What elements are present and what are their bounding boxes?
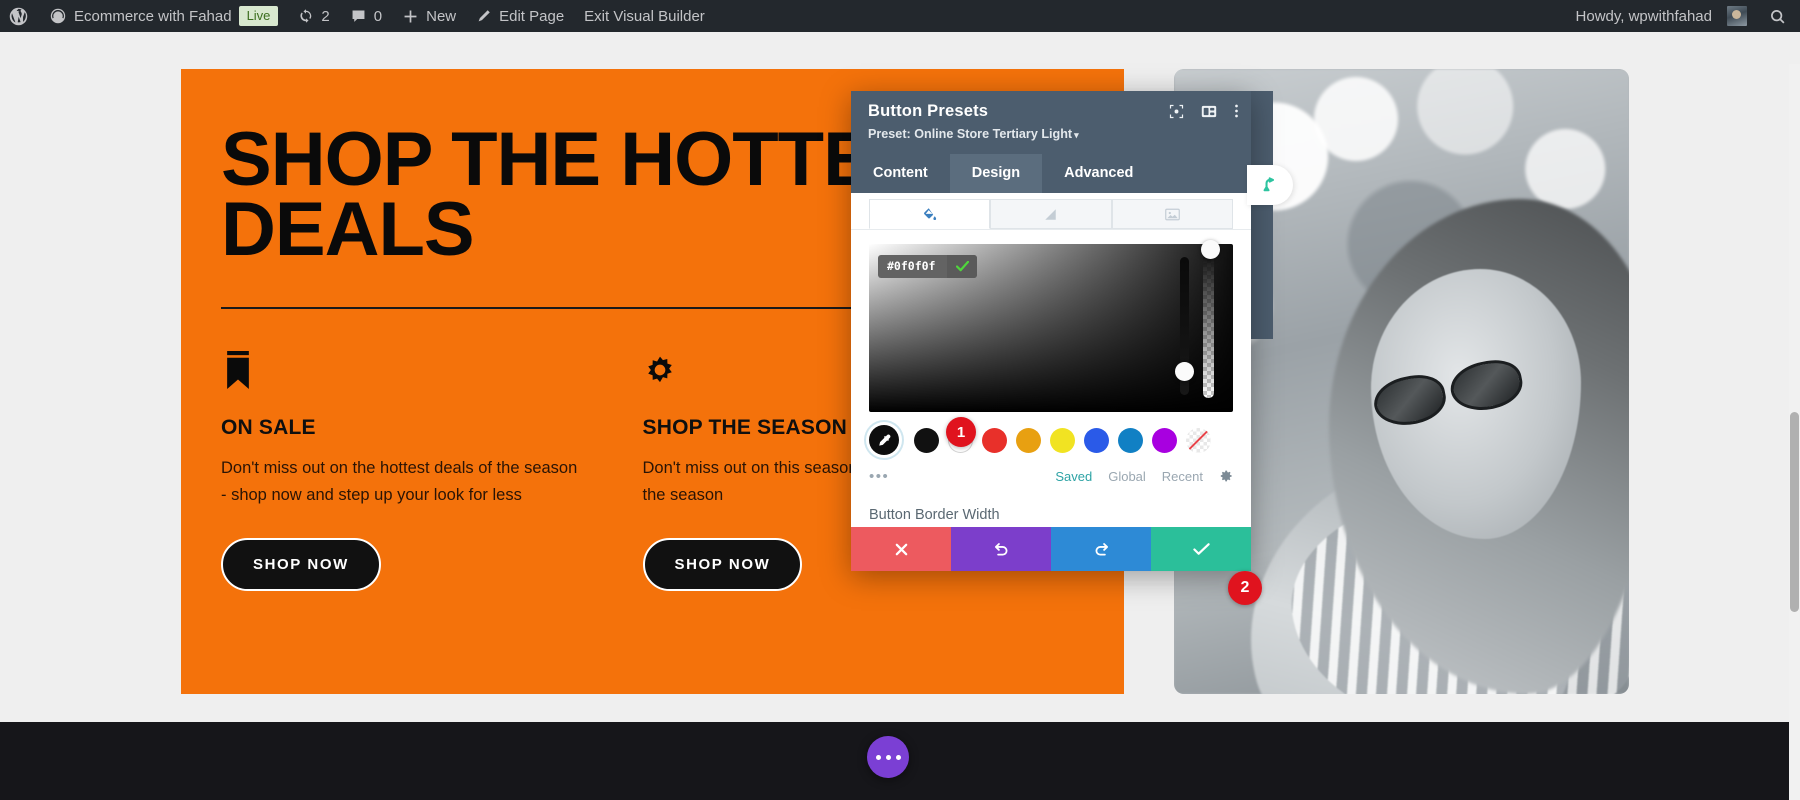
hex-input[interactable]: #0f0f0f — [878, 255, 947, 278]
gear-icon[interactable] — [1219, 469, 1233, 483]
search-icon — [1769, 8, 1786, 25]
modal-actions — [851, 527, 1251, 571]
field-label-button-border-width: Button Border Width — [869, 507, 1000, 523]
store-tab-global[interactable]: Global — [1108, 469, 1146, 484]
layout-icon[interactable] — [1201, 104, 1217, 119]
howdy-label: Howdy, wpwithfahad — [1575, 7, 1712, 25]
hex-confirm-button[interactable] — [947, 255, 978, 278]
feature-title: ON SALE — [221, 415, 316, 439]
color-store-tabs: Saved Global Recent — [1055, 469, 1233, 484]
my-account-menu[interactable]: Howdy, wpwithfahad — [1568, 0, 1757, 32]
scrollbar-thumb[interactable] — [1790, 412, 1799, 612]
page-scrollbar[interactable] — [1789, 64, 1800, 800]
tab-content[interactable]: Content — [851, 154, 950, 193]
preset-label: Preset: Online Store Tertiary Light — [868, 127, 1073, 141]
modal-tabs: Content Design Advanced — [851, 154, 1251, 193]
redo-button[interactable] — [1051, 527, 1151, 571]
close-button[interactable] — [851, 527, 951, 571]
comments-icon — [350, 8, 367, 25]
plus-icon — [402, 8, 419, 25]
hex-input-group: #0f0f0f — [878, 255, 978, 278]
kebab-menu-icon[interactable] — [1234, 103, 1239, 119]
dot — [895, 754, 901, 760]
pencil-icon — [476, 8, 492, 24]
more-dots-icon[interactable]: ••• — [869, 469, 889, 484]
swatch-none[interactable] — [1186, 427, 1211, 453]
step-badge-1: 1 — [946, 417, 976, 447]
dot — [885, 754, 891, 760]
settings-modal: Button Presets Preset: Online Store Tert… — [851, 91, 1251, 571]
curved-arrow-icon[interactable] — [1247, 165, 1293, 205]
new-content-label: New — [426, 7, 457, 25]
shop-now-button[interactable]: SHOP NOW — [642, 538, 803, 592]
comments-count: 0 — [373, 7, 383, 25]
swatch-black[interactable] — [914, 427, 939, 453]
more-options-icon[interactable] — [867, 736, 909, 778]
dashboard-icon — [49, 7, 67, 25]
swatch-red[interactable] — [982, 427, 1007, 453]
modal-header-icons — [1169, 103, 1239, 119]
preset-selector[interactable]: Preset: Online Store Tertiary Light ▾ — [868, 127, 1237, 141]
swatch-yellow[interactable] — [1050, 427, 1075, 453]
adminbar-right: Howdy, wpwithfahad — [1568, 0, 1800, 32]
color-store-row: ••• Saved Global Recent — [869, 465, 1233, 487]
swatch-orange[interactable] — [1016, 427, 1041, 453]
swatch-purple[interactable] — [1152, 427, 1177, 453]
avatar — [1727, 6, 1747, 26]
swatch-cyan[interactable] — [1118, 427, 1143, 453]
fullscreen-icon[interactable] — [1169, 104, 1184, 119]
store-tab-saved[interactable]: Saved — [1055, 469, 1092, 484]
feature-description: Don't miss out on the hottest deals of t… — [221, 458, 578, 504]
swatch-blue[interactable] — [1084, 427, 1109, 453]
paint-bucket-icon[interactable] — [869, 199, 991, 229]
exit-visual-builder-label: Exit Visual Builder — [584, 7, 705, 25]
color-picker-area[interactable]: #0f0f0f — [869, 240, 1233, 412]
modal-header: Button Presets Preset: Online Store Tert… — [851, 91, 1251, 154]
exit-visual-builder-link[interactable]: Exit Visual Builder — [574, 0, 715, 32]
edit-page-link[interactable]: Edit Page — [466, 0, 574, 32]
store-tab-recent[interactable]: Recent — [1162, 469, 1203, 484]
updates-menu[interactable]: 2 — [288, 0, 339, 32]
hue-slider-handle[interactable] — [1175, 362, 1194, 381]
alpha-slider-handle[interactable] — [1201, 240, 1220, 259]
site-name-label: Ecommerce with Fahad — [74, 7, 232, 25]
step-badge-2: 2 — [1228, 571, 1262, 605]
gradient-icon[interactable] — [990, 199, 1112, 229]
updates-count: 2 — [321, 7, 330, 25]
edit-page-label: Edit Page — [499, 7, 565, 25]
search-button[interactable] — [1757, 0, 1800, 32]
modal-edge-lower — [1251, 290, 1273, 339]
eyedropper-swatch[interactable] — [869, 425, 899, 455]
shop-now-button[interactable]: SHOP NOW — [221, 538, 381, 592]
alpha-slider[interactable] — [1203, 251, 1214, 398]
bookmark-icon — [221, 350, 583, 395]
comments-menu[interactable]: 0 — [340, 0, 392, 32]
dot — [875, 754, 881, 760]
color-swatch-row — [869, 425, 1233, 455]
site-name-menu[interactable]: Ecommerce with Fahad Live — [39, 0, 288, 32]
undo-button[interactable] — [951, 527, 1051, 571]
modal-body: #0f0f0f ••• Saved Global Recent Button B… — [851, 193, 1251, 527]
tab-advanced[interactable]: Advanced — [1042, 154, 1155, 193]
tab-design[interactable]: Design — [949, 154, 1043, 193]
feature-card-on-sale: ON SALE Don't miss out on the hottest de… — [221, 350, 643, 592]
new-content-menu[interactable]: New — [392, 0, 466, 32]
chevron-down-icon: ▾ — [1074, 130, 1079, 140]
background-type-tabs — [851, 199, 1251, 230]
live-badge: Live — [238, 6, 279, 26]
wp-admin-bar: Ecommerce with Fahad Live 2 0 New Edit P… — [0, 0, 1800, 32]
image-icon[interactable] — [1111, 199, 1233, 229]
wordpress-logo-icon[interactable] — [0, 0, 39, 32]
updates-icon — [298, 8, 314, 24]
save-button[interactable] — [1151, 527, 1251, 571]
